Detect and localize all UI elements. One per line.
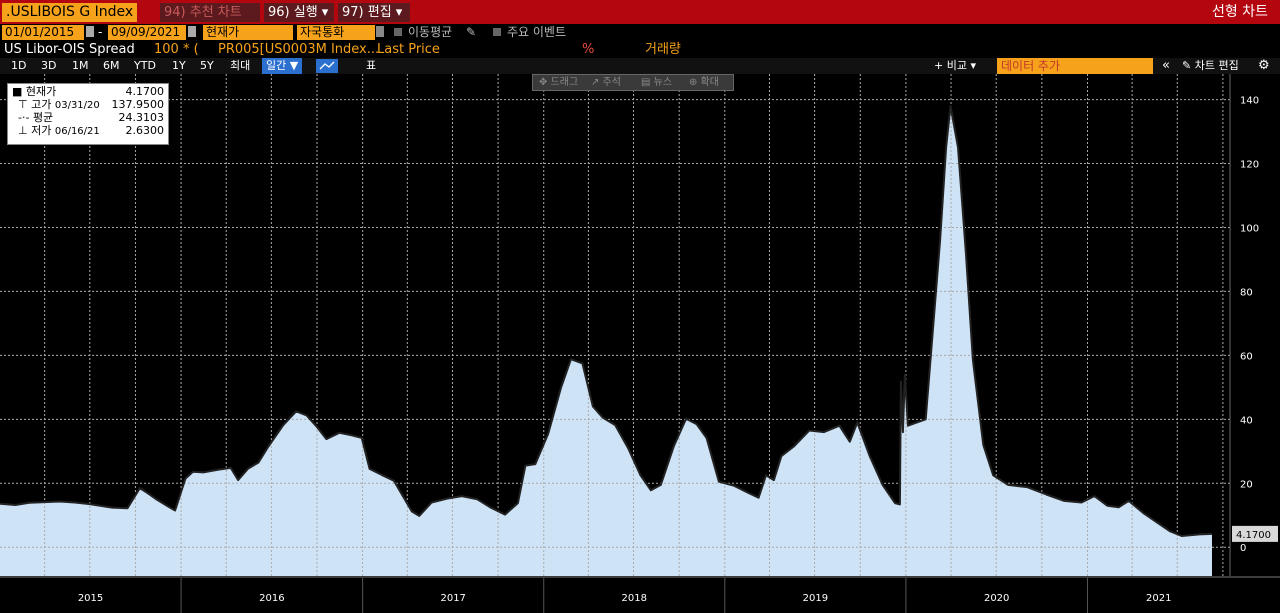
annotate-tool[interactable]: ↗ 주석 [591, 75, 621, 90]
x-tick-label: 2019 [803, 593, 828, 604]
timeframe-1y[interactable]: 1Y [172, 58, 186, 74]
x-tick-label: 2018 [622, 593, 647, 604]
x-tick-label: 2020 [984, 593, 1009, 604]
y-tick-label: 100 [1240, 223, 1259, 234]
events-checkbox[interactable] [493, 28, 501, 36]
legend-last-value: 4.1700 [125, 85, 165, 98]
end-date-input[interactable]: 09/09/2021 [108, 25, 186, 40]
run-button[interactable]: 96) 실행 ▾ [264, 3, 334, 22]
chart-tools: ✥ 드래그 ↗ 주석 ▤ 뉴스 ⊕ 확대 [532, 74, 734, 91]
y-tick-label: 80 [1240, 287, 1253, 298]
chart-legend[interactable]: ■ 현재가 4.1700 ⊤ 고가 03/31/20 137.9500 -·- … [7, 83, 169, 145]
calendar-icon[interactable] [188, 26, 196, 37]
legend-high-date: 03/31/20 [54, 100, 100, 111]
y-tick-label: 120 [1240, 160, 1259, 171]
calendar-icon[interactable] [86, 26, 94, 37]
legend-last: ■ 현재가 [12, 85, 57, 98]
compare-button[interactable]: + 비교 ▾ [934, 58, 976, 74]
moving-average-label: 이동평균 [408, 25, 453, 39]
last-price-label: Last Price [377, 42, 440, 57]
legend-avg-value: 24.3103 [118, 111, 165, 124]
header-bar: .USLIBOIS G Index 94) 추천 차트 96) 실행 ▾ 97)… [0, 0, 1280, 24]
table-view-button[interactable]: 표 [366, 58, 376, 74]
x-tick-label: 2015 [78, 593, 103, 604]
chevron-down-icon[interactable] [376, 26, 384, 37]
last-value-label: 4.1700 [1236, 530, 1271, 541]
y-tick-label: 60 [1240, 351, 1253, 362]
legend-high: ⊤ 고가 03/31/20 [18, 98, 100, 111]
y-tick-label: 20 [1240, 479, 1253, 490]
legend-low: ⊥ 저가 06/16/21 [18, 124, 100, 137]
add-data-input[interactable]: 데이터 추가 [997, 58, 1153, 74]
recent-charts-button[interactable]: 94) 추천 차트 [160, 3, 260, 22]
series-area [0, 106, 1212, 576]
edit-chart-button[interactable]: ✎ 차트 편집 [1182, 58, 1239, 74]
date-separator: - [98, 25, 103, 39]
timeframe-bar: 1D 3D 1M 6M YTD 1Y 5Y 최대 일간 ▼ 표 + 비교 ▾ 데… [0, 58, 1280, 74]
timeframe-5y[interactable]: 5Y [200, 58, 214, 74]
events-label: 주요 이벤트 [507, 25, 567, 39]
percent-label: % [582, 42, 595, 57]
currency-select[interactable]: 자국통화 [297, 25, 375, 40]
volume-label: 거래량 [645, 42, 681, 57]
series-formula: 100 * ( [154, 42, 199, 57]
legend-last-label: 현재가 [25, 85, 57, 98]
timeframe-6m[interactable]: 6M [103, 58, 120, 74]
collapse-icon[interactable]: « [1162, 58, 1170, 74]
y-tick-label: 40 [1240, 415, 1253, 426]
x-tick-label: 2016 [259, 593, 284, 604]
start-date-input[interactable]: 01/01/2015 [2, 25, 84, 40]
ticker-field[interactable]: .USLIBOIS G Index [2, 3, 138, 22]
legend-avg-label: 평균 [32, 111, 54, 124]
x-tick-label: 2017 [440, 593, 465, 604]
series-name: US Libor-OIS Spread [4, 42, 135, 57]
series-expression[interactable]: PR005[US0003M Index... [218, 41, 379, 58]
price-chart[interactable]: 0 20 40 60 80 100 120 140 4.1700 2015 2016 2017 2018… [0, 74, 1280, 613]
gear-icon[interactable]: ⚙ [1258, 58, 1270, 74]
legend-low-label: 저가 [31, 124, 52, 137]
x-tick-label: 2021 [1146, 593, 1171, 604]
legend-avg: -·- 평균 [18, 111, 54, 124]
legend-low-date: 06/16/21 [54, 126, 100, 137]
edit-button[interactable]: 97) 편집 ▾ [338, 3, 410, 22]
edit-chart-label: 차트 편집 [1194, 59, 1239, 72]
timeframe-max[interactable]: 최대 [230, 58, 250, 74]
timeframe-3d[interactable]: 3D [41, 58, 56, 74]
news-tool[interactable]: ▤ 뉴스 [641, 75, 672, 90]
timeframe-1m[interactable]: 1M [72, 58, 89, 74]
zoom-tool[interactable]: ⊕ 확대 [689, 75, 719, 90]
legend-high-label: 고가 [31, 98, 52, 111]
field-select[interactable]: 현재가 [203, 25, 293, 40]
pencil-icon[interactable]: ✎ [466, 24, 476, 41]
y-tick-label: 140 [1240, 96, 1259, 107]
series-row: US Libor-OIS Spread 100 * ( PR005[US0003… [0, 41, 1280, 58]
legend-high-value: 137.9500 [111, 98, 165, 111]
controls-row: 01/01/2015 - 09/09/2021 현재가 자국통화 이동평균 ✎ … [0, 24, 1280, 41]
line-chart-icon[interactable] [316, 59, 338, 73]
drag-tool[interactable]: ✥ 드래그 [539, 75, 578, 90]
timeframe-ytd[interactable]: YTD [134, 58, 156, 74]
y-tick-label: 0 [1240, 543, 1246, 554]
chart-type-label: 선형 차트 [1212, 4, 1268, 20]
moving-average-checkbox[interactable] [394, 28, 402, 36]
pencil-icon: ✎ [1182, 59, 1195, 72]
legend-low-value: 2.6300 [125, 124, 165, 137]
timeframe-1d[interactable]: 1D [11, 58, 26, 74]
periodicity-select[interactable]: 일간 ▼ [262, 58, 303, 74]
